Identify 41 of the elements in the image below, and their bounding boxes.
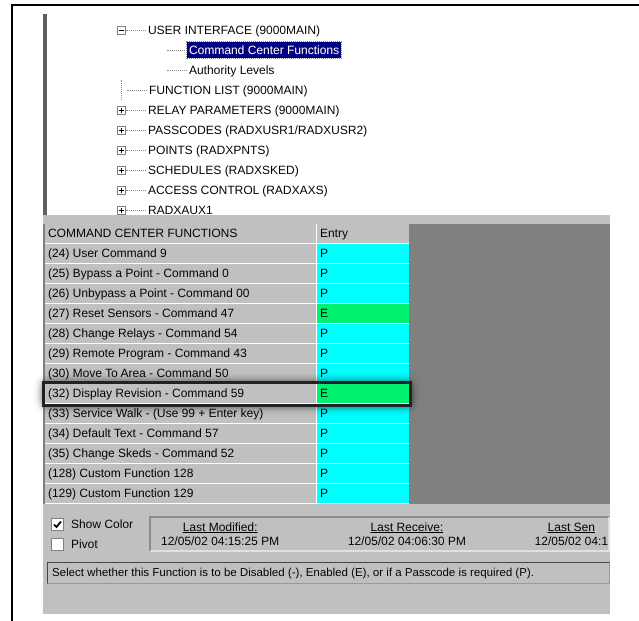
checkbox-label[interactable]: Pivot [71, 537, 98, 551]
tree-item[interactable]: FUNCTION LIST (9000MAIN) [147, 82, 310, 98]
entry-cell[interactable]: P [317, 284, 409, 303]
expand-icon[interactable] [117, 126, 126, 134]
timestamp-label: Last Sen [548, 520, 595, 534]
timestamp-label: Last Receive: [370, 520, 444, 534]
entry-cell[interactable]: P [317, 424, 409, 443]
expand-icon[interactable] [117, 186, 126, 194]
expand-icon[interactable] [117, 106, 126, 114]
column-header: Entry [319, 225, 350, 242]
entry-cell[interactable]: P [317, 324, 409, 343]
checkbox-label[interactable]: Show Color [71, 517, 134, 531]
expand-icon[interactable] [117, 166, 126, 174]
status-bar: Select whether this Function is to be Disabled (-), Enabled (E), or if a Passcode is required (P). [47, 562, 610, 584]
entry-cell[interactable]: P [317, 464, 409, 483]
entry-cell[interactable]: P [317, 264, 409, 283]
expand-icon[interactable] [117, 146, 126, 154]
tree-item[interactable]: USER INTERFACE (9000MAIN) [146, 22, 322, 38]
tree-item[interactable]: PASSCODES (RADXUSR1/RADXUSR2) [146, 122, 370, 138]
collapse-icon[interactable] [117, 26, 126, 34]
timestamp-value: 12/05/02 04:1 [534, 534, 608, 548]
entry-cell[interactable]: P [317, 244, 409, 263]
tree-item[interactable]: Authority Levels [187, 62, 276, 78]
timestamp-label: Last Modified: [182, 520, 258, 534]
entry-cell[interactable]: E [317, 384, 409, 403]
entry-cell[interactable]: E [317, 304, 409, 323]
checkbox[interactable] [51, 518, 64, 530]
tree-item[interactable]: POINTS (RADXPNTS) [146, 142, 272, 158]
entry-cell[interactable]: P [317, 344, 409, 363]
checkbox[interactable] [51, 538, 64, 550]
timestamp-value: 12/05/02 04:06:30 PM [348, 534, 466, 548]
timestamp-value: 12/05/02 04:15:25 PM [161, 534, 280, 548]
entry-cell[interactable]: P [317, 484, 409, 503]
column-header: COMMAND CENTER FUNCTIONS [45, 224, 317, 243]
tree-item[interactable]: ACCESS CONTROL (RADXAXS) [146, 182, 330, 198]
tree-item[interactable]: SCHEDULES (RADXSKED) [146, 162, 301, 178]
tree-item[interactable]: RELAY PARAMETERS (9000MAIN) [146, 102, 342, 118]
tree-item[interactable]: Command Center Functions [187, 42, 342, 58]
tree-item[interactable]: RADXAUX1 [146, 202, 215, 215]
entry-cell[interactable]: P [317, 444, 409, 463]
expand-icon[interactable] [117, 206, 126, 214]
